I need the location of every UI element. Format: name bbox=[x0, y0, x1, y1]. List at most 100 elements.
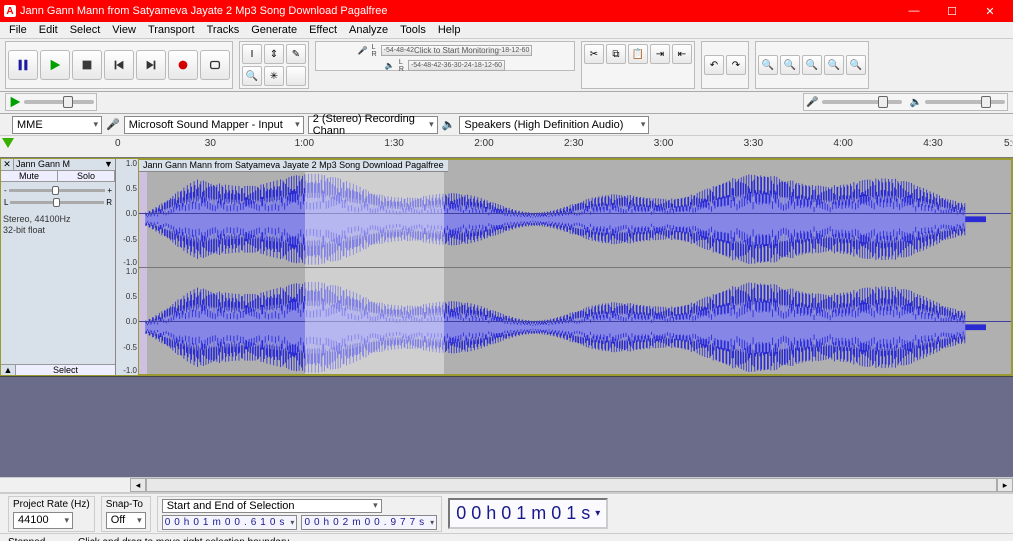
toolbar-row-2: 🎤 🔈 bbox=[0, 92, 1013, 114]
menu-select[interactable]: Select bbox=[64, 24, 107, 36]
menu-file[interactable]: File bbox=[3, 24, 33, 36]
menu-tools[interactable]: Tools bbox=[394, 24, 432, 36]
menu-analyze[interactable]: Analyze bbox=[343, 24, 394, 36]
menu-bar: File Edit Select View Transport Tracks G… bbox=[0, 22, 1013, 39]
timeshift-tool-icon[interactable]: ✳ bbox=[264, 66, 284, 86]
zoom-in-icon[interactable]: 🔍 bbox=[758, 55, 778, 75]
close-button[interactable]: ✕ bbox=[971, 0, 1009, 22]
meter-tick: -18 bbox=[499, 47, 509, 54]
minimize-button[interactable]: — bbox=[895, 0, 933, 22]
undo-icon[interactable]: ↶ bbox=[704, 55, 724, 75]
loop-button[interactable] bbox=[200, 50, 230, 80]
toolbar-row: I ⇕ ✎ 🔍 ✳ 🎤 LR -54 -48 -42 Click to Star… bbox=[0, 39, 1013, 92]
menu-effect[interactable]: Effect bbox=[303, 24, 343, 36]
trim-icon[interactable]: ⇥ bbox=[650, 44, 670, 64]
zoom-out-icon[interactable]: 🔍 bbox=[780, 55, 800, 75]
channel-right[interactable] bbox=[139, 268, 1011, 375]
playback-speed-slider[interactable] bbox=[24, 100, 94, 104]
snap-to-group: Snap-To Off bbox=[101, 496, 151, 532]
record-channels-select[interactable]: 2 (Stereo) Recording Chann bbox=[308, 116, 438, 134]
playback-device-select[interactable]: Speakers (High Definition Audio) bbox=[459, 116, 649, 134]
silence-icon[interactable]: ⇤ bbox=[672, 44, 692, 64]
scroll-right-button[interactable]: ▸ bbox=[997, 478, 1013, 492]
envelope-tool-icon[interactable]: ⇕ bbox=[264, 44, 284, 64]
skip-start-button[interactable] bbox=[104, 50, 134, 80]
playback-volume-slider[interactable] bbox=[925, 100, 1005, 104]
track-select-button[interactable]: Select bbox=[15, 365, 115, 375]
pan-r: R bbox=[106, 198, 112, 207]
meter-tick: 0 bbox=[525, 47, 529, 54]
zoom-tool-icon[interactable]: 🔍 bbox=[242, 66, 262, 86]
clip-title[interactable]: Jann Gann Mann from Satyameva Jayate 2 M… bbox=[139, 160, 448, 172]
speaker-icon: 🔈 bbox=[910, 97, 922, 108]
meter-tick: -48 bbox=[421, 62, 431, 69]
meter-lr-label: LR bbox=[399, 59, 404, 73]
maximize-button[interactable]: ☐ bbox=[933, 0, 971, 22]
selection-start-field[interactable]: 00h01m00.610s▾ bbox=[162, 515, 298, 530]
cut-icon[interactable]: ✂ bbox=[584, 44, 604, 64]
draw-tool-icon[interactable]: ✎ bbox=[286, 44, 306, 64]
track-menu-button[interactable]: ▼ bbox=[102, 159, 115, 170]
channel-left[interactable] bbox=[139, 160, 1011, 268]
timeline[interactable]: 0301:001:302:002:303:003:304:004:305:00 bbox=[0, 136, 1013, 158]
track-collapse-button[interactable]: ▲ bbox=[1, 365, 15, 375]
solo-button[interactable]: Solo bbox=[58, 171, 115, 181]
play-meter[interactable]: -54 -48 -42 -36 -30 -24 -18 -12 -6 0 bbox=[408, 60, 505, 71]
audio-position-field[interactable]: 00h01m01s▾ bbox=[448, 498, 608, 529]
menu-help[interactable]: Help bbox=[432, 24, 467, 36]
skip-end-button[interactable] bbox=[136, 50, 166, 80]
pan-slider[interactable] bbox=[10, 201, 104, 204]
pause-button[interactable] bbox=[8, 50, 38, 80]
play-button[interactable] bbox=[40, 50, 70, 80]
zoom-toggle-icon[interactable]: 🔍 bbox=[846, 55, 866, 75]
selection-mode-select[interactable]: Start and End of Selection bbox=[162, 499, 382, 513]
record-device-select[interactable]: Microsoft Sound Mapper - Input bbox=[124, 116, 304, 134]
meter-start-monitor[interactable]: Click to Start Monitoring bbox=[414, 46, 499, 55]
redo-icon[interactable]: ↷ bbox=[726, 55, 746, 75]
mute-button[interactable]: Mute bbox=[1, 171, 58, 181]
multi-tool-icon[interactable] bbox=[286, 66, 306, 86]
stop-button[interactable] bbox=[72, 50, 102, 80]
selection-end-field[interactable]: 00h02m00.977s▾ bbox=[301, 515, 437, 530]
record-volume-slider[interactable] bbox=[822, 100, 902, 104]
selection-tool-icon[interactable]: I bbox=[242, 44, 262, 64]
track-close-button[interactable]: ✕ bbox=[1, 159, 14, 170]
copy-icon[interactable]: ⧉ bbox=[606, 44, 626, 64]
play-at-speed-button[interactable] bbox=[8, 95, 22, 109]
tracks-empty-area[interactable] bbox=[0, 376, 1013, 477]
record-button[interactable] bbox=[168, 50, 198, 80]
status-state: Stopped. bbox=[8, 537, 48, 541]
fit-project-icon[interactable]: 🔍 bbox=[824, 55, 844, 75]
track-control-panel: ✕ Jann Gann M ▼ Mute Solo -+ LR Stereo, … bbox=[1, 159, 116, 375]
menu-tracks[interactable]: Tracks bbox=[201, 24, 246, 36]
audio-host-select[interactable]: MME bbox=[12, 116, 102, 134]
menu-generate[interactable]: Generate bbox=[245, 24, 303, 36]
horizontal-scrollbar[interactable]: ◂ ▸ bbox=[0, 477, 1013, 493]
menu-view[interactable]: View bbox=[106, 24, 142, 36]
playhead-icon[interactable] bbox=[2, 138, 14, 148]
menu-edit[interactable]: Edit bbox=[33, 24, 64, 36]
track-name[interactable]: Jann Gann M bbox=[14, 159, 102, 170]
ruler-tick: 3:00 bbox=[654, 138, 673, 149]
transport-toolbar bbox=[5, 41, 233, 89]
record-meter[interactable]: 🎤 LR -54 -48 -42 Click to Start Monitori… bbox=[315, 41, 575, 71]
meter-tick: -36 bbox=[441, 62, 451, 69]
selection-region[interactable] bbox=[305, 268, 445, 375]
selection-region[interactable] bbox=[305, 160, 445, 267]
project-rate-select[interactable]: 44100 bbox=[13, 512, 73, 529]
ruler-tick: 1:30 bbox=[384, 138, 403, 149]
gain-slider[interactable] bbox=[9, 189, 106, 192]
snap-to-select[interactable]: Off bbox=[106, 512, 146, 529]
ruler-tick: 4:00 bbox=[833, 138, 852, 149]
mic-icon: 🎤 bbox=[106, 118, 120, 131]
scroll-left-button[interactable]: ◂ bbox=[130, 478, 146, 492]
meter-tick: -42 bbox=[431, 62, 441, 69]
scrollbar-track[interactable] bbox=[146, 478, 997, 492]
title-bar: A Jann Gann Mann from Satyameva Jayate 2… bbox=[0, 0, 1013, 22]
track: ✕ Jann Gann M ▼ Mute Solo -+ LR Stereo, … bbox=[0, 158, 1013, 376]
paste-icon[interactable]: 📋 bbox=[628, 44, 648, 64]
fit-selection-icon[interactable]: 🔍 bbox=[802, 55, 822, 75]
waveform-area[interactable]: Jann Gann Mann from Satyameva Jayate 2 M… bbox=[138, 159, 1012, 375]
ruler-tick: 30 bbox=[205, 138, 216, 149]
menu-transport[interactable]: Transport bbox=[142, 24, 201, 36]
